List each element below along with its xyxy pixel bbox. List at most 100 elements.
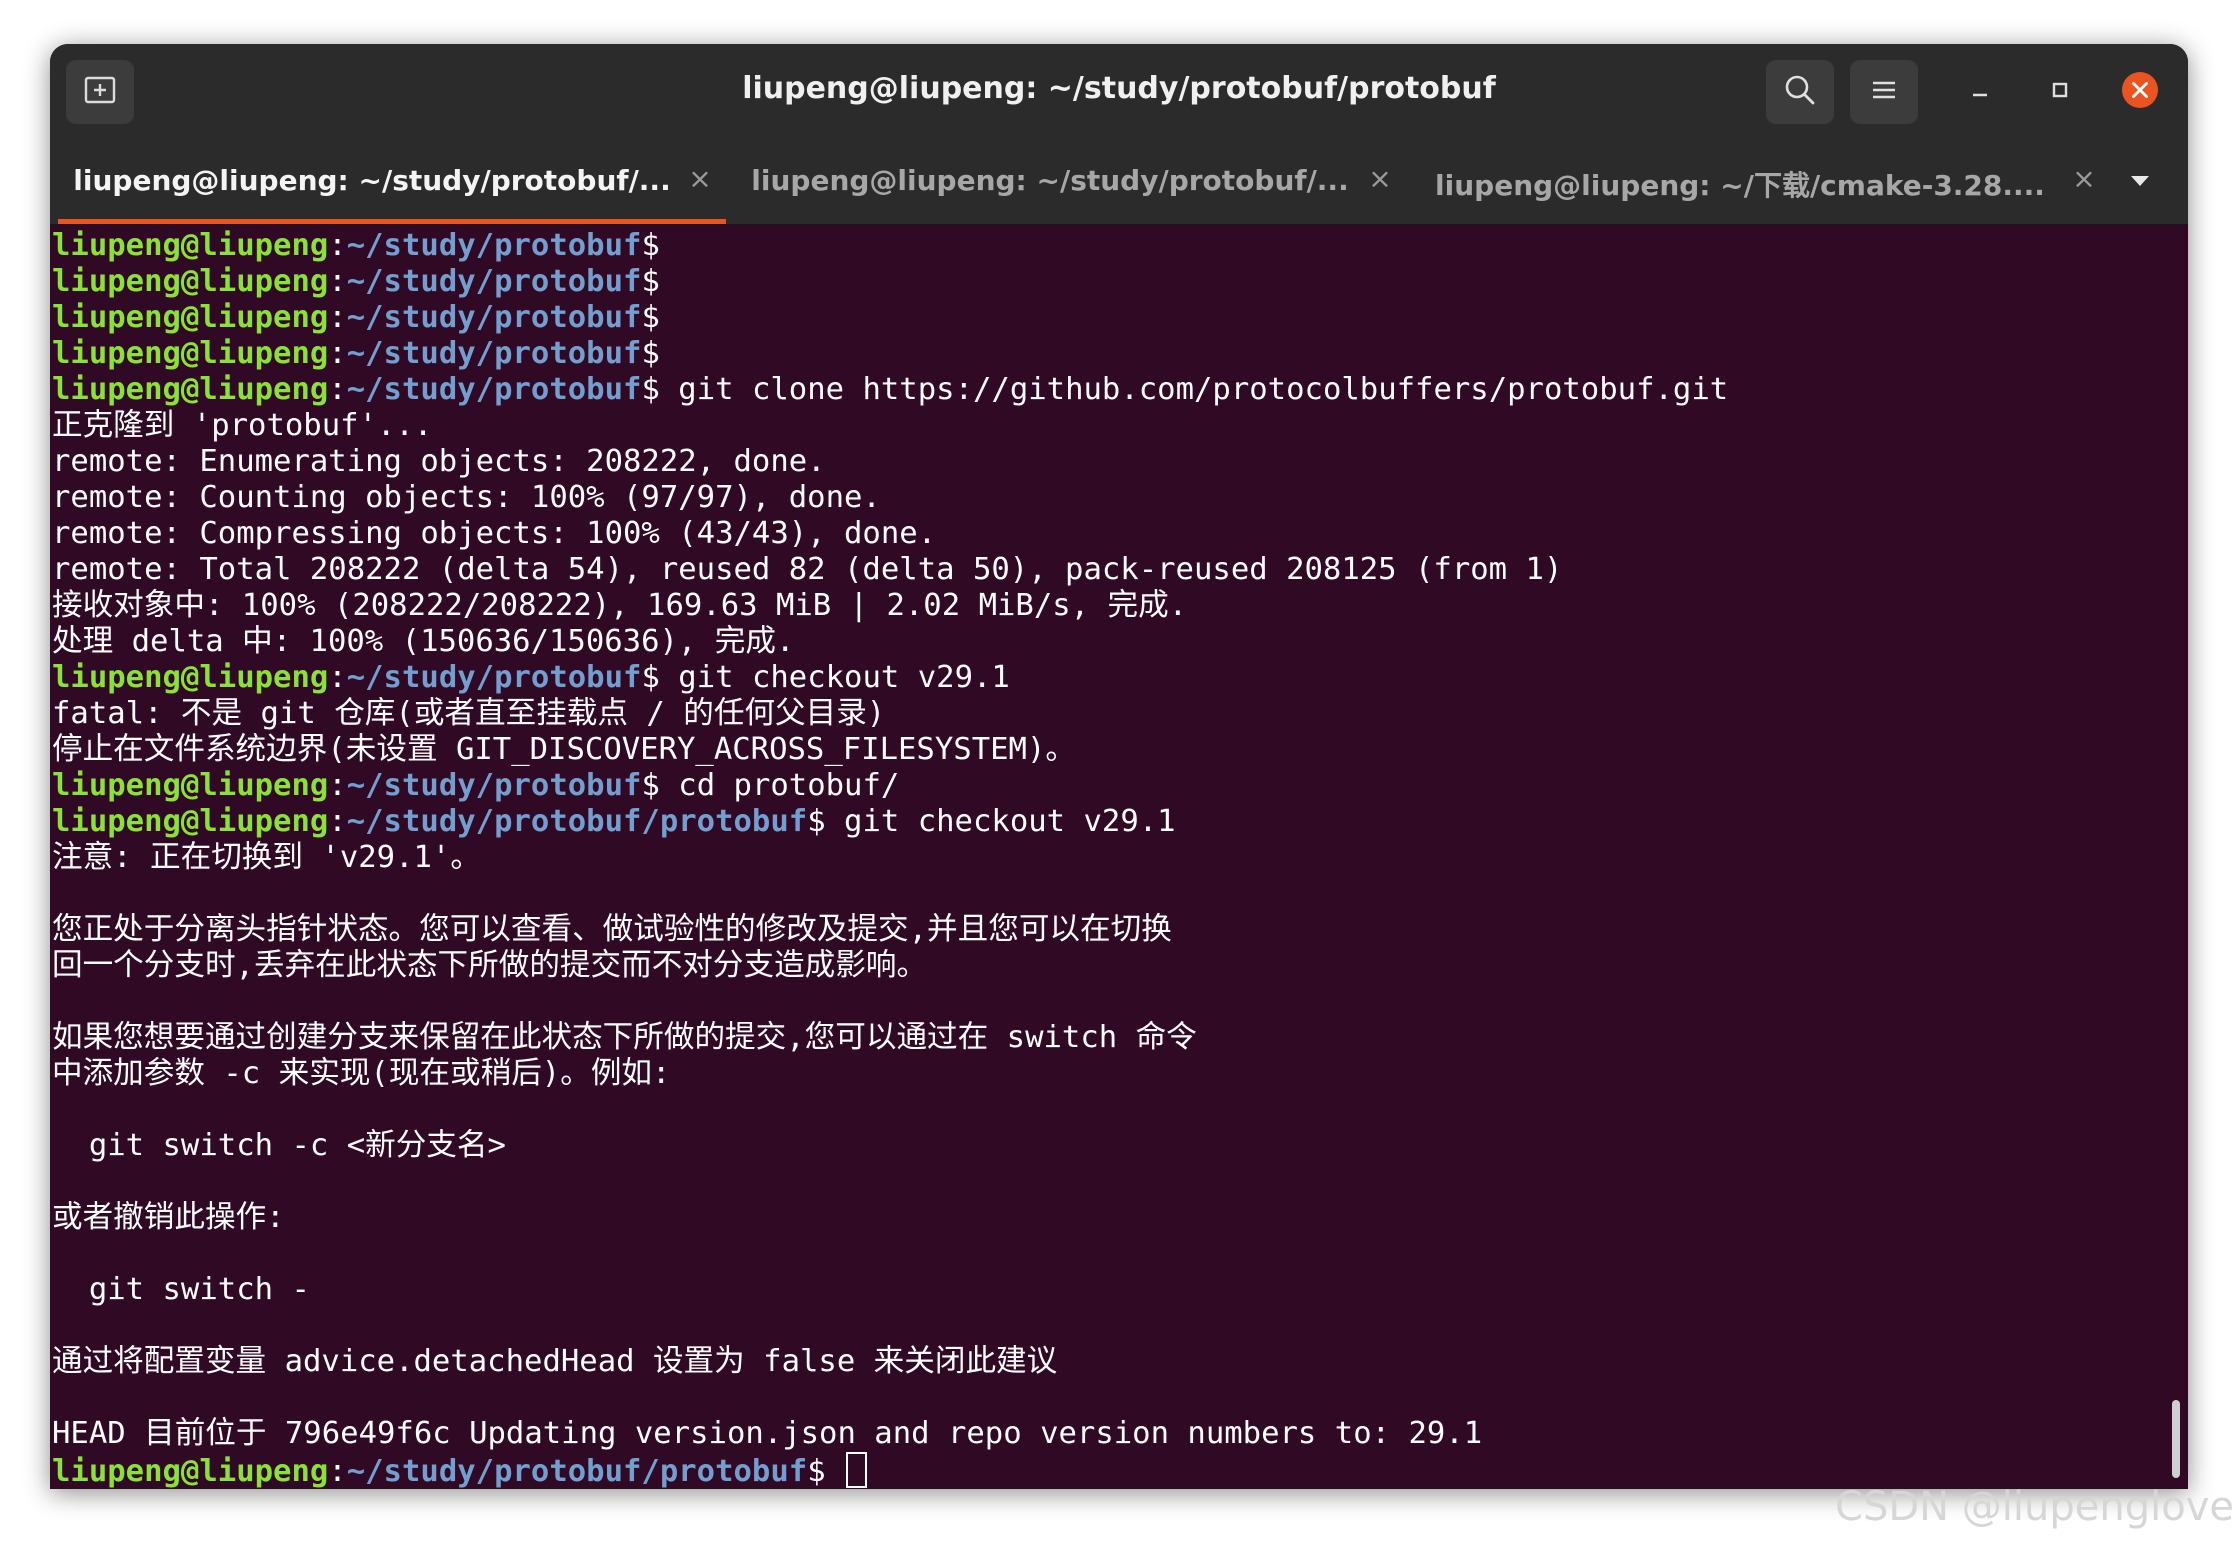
close-window-button[interactable] — [2122, 71, 2158, 110]
tab-list-button[interactable] — [2120, 170, 2160, 196]
output-line: git switch -c <新分支名> — [52, 1128, 506, 1163]
output-line: 通过将配置变量 advice.detachedHead 设置为 false 来关… — [52, 1344, 1058, 1379]
tab-label: liupeng@liupeng: ~/下载/cmake-3.28.... — [1435, 169, 2045, 202]
prompt-separator: : — [328, 264, 347, 299]
output-line: 中添加参数 -c 来实现(现在或稍后)。例如: — [52, 1056, 671, 1091]
prompt-separator: : — [328, 660, 347, 695]
terminal-scrollbar[interactable] — [2172, 1400, 2180, 1478]
tab-protobuf-2[interactable]: liupeng@liupeng: ~/study/protobuf/... × — [734, 140, 1406, 224]
output-line: remote: Counting objects: 100% (97/97), … — [52, 480, 881, 515]
maximize-button[interactable] — [2042, 74, 2078, 110]
search-button[interactable] — [1766, 60, 1834, 124]
command-text — [826, 1454, 844, 1489]
output-line: 接收对象中: 100% (208222/208222), 169.63 MiB … — [52, 588, 1188, 623]
prompt-separator: : — [328, 300, 347, 335]
output-line: remote: Enumerating objects: 208222, don… — [52, 444, 826, 479]
prompt-path: ~/study/protobuf — [346, 336, 642, 371]
prompt-user: liupeng@liupeng — [52, 228, 329, 263]
prompt-separator: : — [328, 1454, 347, 1489]
command-text: git checkout v29.1 — [659, 660, 1010, 695]
command-text: git checkout v29.1 — [825, 804, 1176, 839]
output-line: 回一个分支时,丢弃在此状态下所做的提交而不对分支造成影响。 — [52, 948, 928, 983]
output-line: 处理 delta 中: 100% (150636/150636), 完成. — [52, 624, 795, 659]
prompt-path: ~/study/protobuf — [346, 264, 642, 299]
prompt-path: ~/study/protobuf — [346, 768, 642, 803]
text-cursor — [846, 1452, 868, 1488]
prompt-line: liupeng@liupeng:~/study/protobuf/protobu… — [52, 804, 2162, 840]
terminal-output[interactable]: liupeng@liupeng:~/study/protobuf$ liupeng… — [52, 224, 2162, 1489]
tab-close-icon[interactable]: × — [686, 162, 714, 195]
output-line: remote: Total 208222 (delta 54), reused … — [52, 552, 1563, 587]
menu-button[interactable] — [1850, 60, 1918, 124]
minimize-icon — [1970, 80, 1990, 105]
minimize-button[interactable] — [1962, 74, 1998, 110]
prompt-symbol: $ — [641, 768, 660, 803]
tab-close-icon[interactable]: × — [2070, 162, 2098, 195]
output-line: fatal: 不是 git 仓库(或者直至挂载点 / 的任何父目录) — [52, 696, 886, 731]
prompt-path: ~/study/protobuf/protobuf — [346, 1454, 808, 1489]
prompt-line: liupeng@liupeng:~/study/protobuf$ git cl… — [52, 372, 2162, 408]
output-line: 如果您想要通过创建分支来保留在此状态下所做的提交,您可以通过在 switch 命… — [52, 1020, 1197, 1055]
prompt-separator: : — [328, 228, 347, 263]
terminal-window: liupeng@liupeng: ~/study/protobuf/protob… — [50, 44, 2188, 1489]
prompt-line: liupeng@liupeng:~/study/protobuf$ — [52, 228, 2162, 264]
prompt-path: ~/study/protobuf — [346, 660, 642, 695]
search-icon — [1783, 73, 1817, 112]
prompt-separator: : — [328, 372, 347, 407]
prompt-symbol: $ — [641, 372, 660, 407]
output-line: git switch - — [52, 1272, 310, 1307]
prompt-symbol: $ — [641, 264, 660, 299]
prompt-path: ~/study/protobuf — [346, 228, 642, 263]
prompt-user: liupeng@liupeng — [52, 300, 329, 335]
chevron-down-icon — [2129, 174, 2151, 193]
output-line: 停止在文件系统边界(未设置 GIT_DISCOVERY_ACROSS_FILES… — [52, 732, 1076, 767]
prompt-line: liupeng@liupeng:~/study/protobuf$ git ch… — [52, 660, 2162, 696]
prompt-path: ~/study/protobuf — [346, 372, 642, 407]
tab-bar: liupeng@liupeng: ~/study/protobuf/... × … — [50, 140, 2188, 225]
prompt-symbol: $ — [641, 228, 660, 263]
prompt-user: liupeng@liupeng — [52, 660, 329, 695]
command-text: git clone https://github.com/protocolbuf… — [659, 372, 1729, 407]
prompt-symbol: $ — [807, 804, 826, 839]
prompt-separator: : — [328, 336, 347, 371]
watermark: CSDN @liupenglove — [1835, 1484, 2234, 1530]
prompt-symbol: $ — [641, 300, 660, 335]
prompt-line: liupeng@liupeng:~/study/protobuf/protobu… — [52, 1452, 2162, 1489]
tab-label: liupeng@liupeng: ~/study/protobuf/... — [73, 164, 671, 197]
prompt-user: liupeng@liupeng — [52, 264, 329, 299]
close-icon — [2121, 71, 2159, 114]
prompt-symbol: $ — [641, 336, 660, 371]
tab-protobuf-1[interactable]: liupeng@liupeng: ~/study/protobuf/... × — [58, 140, 726, 224]
prompt-user: liupeng@liupeng — [52, 336, 329, 371]
output-line: HEAD 目前位于 796e49f6c Updating version.jso… — [52, 1416, 1483, 1451]
prompt-symbol: $ — [807, 1454, 826, 1489]
tab-close-icon[interactable]: × — [1366, 162, 1394, 195]
prompt-path: ~/study/protobuf/protobuf — [346, 804, 808, 839]
maximize-icon — [2050, 80, 2070, 105]
output-line: remote: Compressing objects: 100% (43/43… — [52, 516, 937, 551]
prompt-line: liupeng@liupeng:~/study/protobuf$ cd pro… — [52, 768, 2162, 804]
prompt-user: liupeng@liupeng — [52, 1454, 329, 1489]
prompt-symbol: $ — [641, 660, 660, 695]
prompt-user: liupeng@liupeng — [52, 372, 329, 407]
prompt-separator: : — [328, 804, 347, 839]
output-line: 注意: 正在切换到 'v29.1'。 — [52, 840, 481, 875]
tab-cmake[interactable]: liupeng@liupeng: ~/下载/cmake-3.28.... × — [1410, 140, 2110, 224]
prompt-separator: : — [328, 768, 347, 803]
prompt-user: liupeng@liupeng — [52, 804, 329, 839]
prompt-line: liupeng@liupeng:~/study/protobuf$ — [52, 264, 2162, 300]
prompt-line: liupeng@liupeng:~/study/protobuf$ — [52, 300, 2162, 336]
tab-label: liupeng@liupeng: ~/study/protobuf/... — [751, 164, 1349, 197]
output-line: 您正处于分离头指针状态。您可以查看、做试验性的修改及提交,并且您可以在切换 — [52, 912, 1172, 947]
prompt-path: ~/study/protobuf — [346, 300, 642, 335]
prompt-user: liupeng@liupeng — [52, 768, 329, 803]
title-bar: liupeng@liupeng: ~/study/protobuf/protob… — [50, 44, 2188, 140]
output-line: 正克隆到 'protobuf'... — [52, 408, 433, 443]
